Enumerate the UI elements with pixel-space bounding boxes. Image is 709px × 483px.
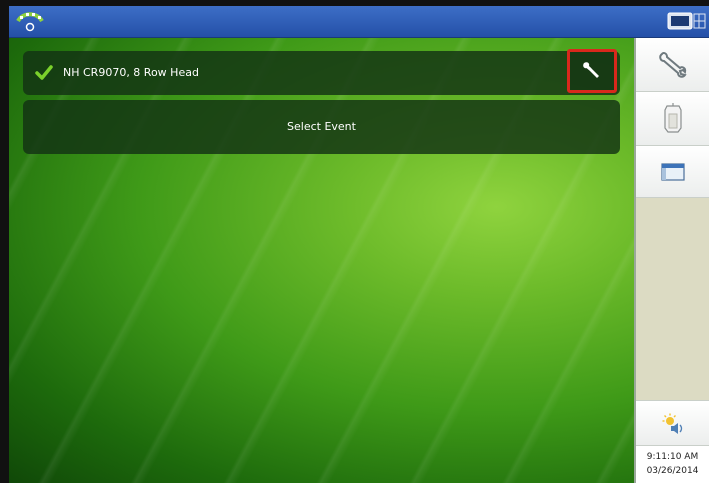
wrench-icon	[658, 51, 687, 78]
clock-time: 9:11:10 AM	[646, 452, 699, 462]
sidebar-window-button[interactable]	[636, 146, 709, 198]
wrench-icon	[583, 62, 599, 78]
right-sidebar: 9:11:10 AM 03/26/2014	[634, 38, 709, 483]
sidebar-tools-button[interactable]	[636, 38, 709, 92]
equipment-label: NH CR9070, 8 Row Head	[63, 66, 199, 79]
window-icon	[660, 162, 685, 181]
clock-date: 03/26/2014	[646, 466, 699, 476]
sidebar-empty-area	[636, 198, 709, 401]
select-event-button[interactable]: Select Event	[23, 100, 620, 154]
sidebar-status-button[interactable]	[636, 402, 709, 446]
grain-bin-icon	[663, 102, 682, 133]
main-panel: NH CR9070, 8 Row Head Select Event	[9, 38, 634, 483]
sidebar-bin-button[interactable]	[636, 92, 709, 146]
equipment-row[interactable]: NH CR9070, 8 Row Head	[23, 49, 620, 95]
display-frame: NH CR9070, 8 Row Head Select Event 9:11:…	[9, 6, 709, 483]
display-settings-icon[interactable]	[667, 12, 707, 32]
gps-satellite-icon[interactable]	[15, 9, 45, 33]
top-status-bar	[9, 6, 709, 38]
sun-speaker-icon	[662, 413, 682, 434]
clock-display: 9:11:10 AM 03/26/2014	[636, 446, 709, 483]
check-icon	[35, 65, 53, 80]
equipment-settings-button[interactable]	[567, 49, 617, 93]
